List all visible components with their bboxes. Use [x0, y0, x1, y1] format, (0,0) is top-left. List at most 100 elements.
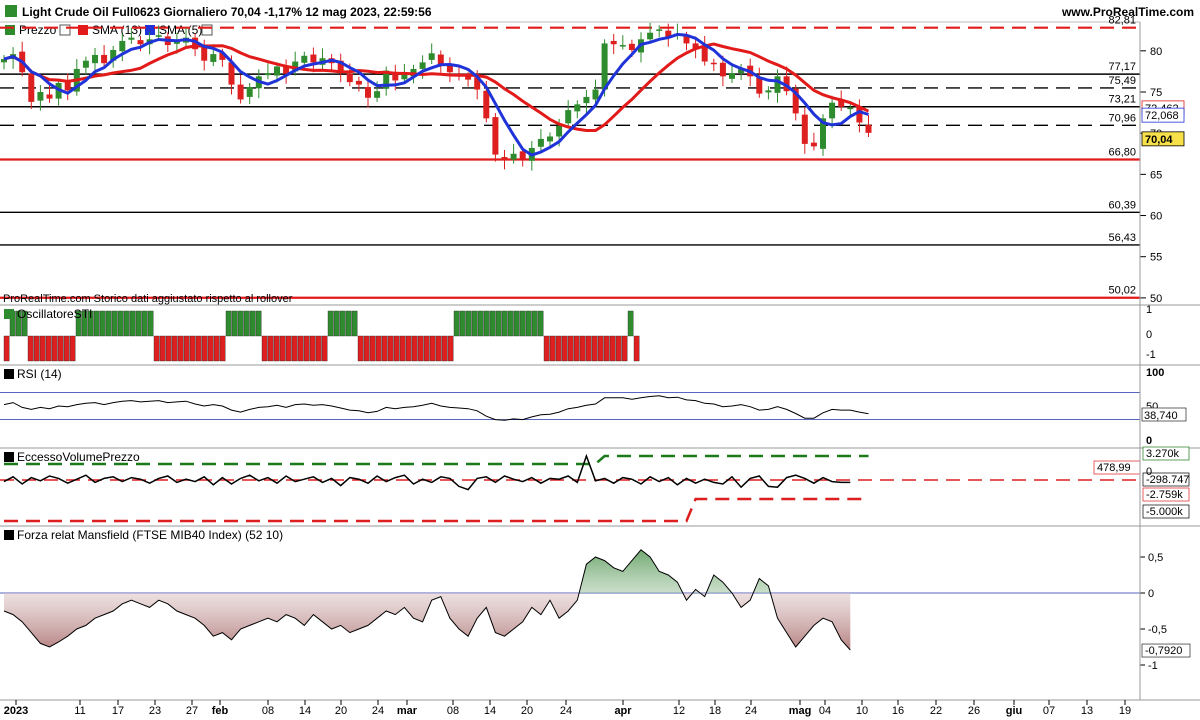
sti-bar	[99, 310, 106, 337]
evp-badge-label: 478,99	[1097, 462, 1131, 474]
candle-body	[310, 54, 317, 63]
legend-price-label: Prezzo	[19, 23, 57, 37]
sti-bar	[261, 335, 268, 362]
candle-body	[519, 151, 526, 160]
mansfield-panel: 0,5 0 -0,5 -1 -0,7920	[0, 549, 1191, 672]
sti-tick-label: -1	[1146, 349, 1156, 361]
sti-bar	[471, 310, 478, 337]
sti-bar	[207, 335, 214, 362]
sti-bar	[549, 335, 556, 362]
trading-chart[interactable]: Light Crude Oil Full0623 Giornaliero 70,…	[0, 0, 1200, 720]
sma13-line	[3, 42, 870, 132]
wrench-icon[interactable]	[201, 24, 213, 36]
price-panel: 5055606570758082,8177,1775,4973,2170,966…	[0, 15, 1185, 305]
sti-bar	[159, 335, 166, 362]
candle-body	[865, 124, 872, 133]
x-tick-label: 11	[74, 705, 85, 717]
candle-body	[274, 66, 280, 76]
sti-bar	[135, 310, 142, 337]
sti-bar	[591, 335, 598, 362]
sti-bar	[489, 310, 496, 337]
sti-bar	[3, 335, 10, 362]
price-badge-label: 70,04	[1145, 134, 1173, 146]
sti-bar	[117, 310, 124, 337]
sti-bar	[369, 335, 376, 362]
rsi-panel: 10050038,740	[0, 367, 1187, 447]
rsi-tick-label: 0	[1146, 435, 1152, 447]
legend-sma5-label: SMA (5)	[159, 23, 202, 37]
sti-bar	[429, 335, 436, 362]
wrench-icon[interactable]	[59, 24, 71, 36]
rsi-tick-label: 100	[1146, 367, 1164, 379]
sti-bar	[249, 310, 256, 337]
evp-badge-label: -298.747	[1146, 474, 1189, 486]
candle-icon	[5, 25, 15, 35]
candle-body	[246, 87, 253, 97]
price-tick-label: 60	[1150, 211, 1162, 223]
price-legend[interactable]: Prezzo SMA (13) SMA (5)	[5, 23, 213, 37]
candle-body	[583, 96, 590, 104]
sti-bar	[531, 310, 538, 337]
sti-bar	[51, 335, 58, 362]
x-tick-label: 14	[484, 705, 496, 717]
sti-tick-label: 1	[1146, 304, 1152, 316]
candle-body	[37, 92, 44, 101]
sti-bar	[225, 310, 232, 337]
sti-bar	[501, 310, 508, 337]
sti-bar	[33, 335, 40, 362]
candle-body	[556, 125, 563, 137]
sti-bar	[165, 335, 172, 362]
candle-body	[729, 73, 735, 79]
sti-bar	[39, 335, 46, 362]
candle-body	[101, 54, 108, 64]
x-tick-label: 17	[112, 705, 124, 717]
sti-bar	[477, 310, 484, 337]
candle-body	[419, 62, 426, 69]
sti-bar	[615, 335, 622, 362]
level-label: 60,39	[1108, 199, 1136, 211]
candle-body	[28, 73, 35, 102]
candle-body	[810, 142, 817, 147]
sti-bar	[351, 310, 358, 337]
candle-body	[847, 107, 854, 110]
x-tick-label: 07	[1043, 705, 1055, 717]
sti-bar	[111, 310, 118, 337]
x-tick-label: 24	[560, 705, 572, 717]
x-tick-label: mag	[789, 705, 812, 717]
sti-bar	[339, 310, 346, 337]
x-tick-label: apr	[614, 705, 632, 717]
sti-bar	[393, 335, 400, 362]
sti-bar	[525, 310, 532, 337]
sti-bar	[435, 335, 442, 362]
sti-bar	[321, 335, 328, 362]
mansfield-tick-label: -1	[1148, 660, 1158, 672]
sti-bar	[171, 335, 178, 362]
candle-body	[119, 40, 126, 52]
x-tick-label: 14	[299, 705, 311, 717]
x-tick-label: 10	[856, 705, 868, 717]
evp-title: EccessoVolumePrezzo	[17, 450, 140, 464]
candle-body	[756, 77, 763, 94]
sti-bar	[537, 310, 544, 337]
x-tick-label: 27	[186, 705, 198, 717]
sti-bar	[483, 310, 490, 337]
candle-body	[774, 76, 781, 93]
sti-title: OscillatoreSTI	[17, 307, 92, 321]
sti-bar	[63, 335, 70, 362]
sti-bar	[255, 310, 262, 337]
sti-bar	[459, 310, 466, 337]
sti-bar	[195, 335, 202, 362]
x-tick-label: 12	[673, 705, 685, 717]
sti-bar	[399, 335, 406, 362]
sti-bar	[363, 335, 370, 362]
sti-bar	[333, 310, 340, 337]
sti-bar	[411, 335, 418, 362]
sti-bar	[441, 335, 448, 362]
sti-bar	[579, 335, 586, 362]
evp-lower-line	[4, 497, 869, 523]
x-tick-label: 19	[1119, 705, 1131, 717]
evp-tick-label: 0	[1146, 466, 1152, 478]
candle-body	[492, 117, 499, 155]
sti-bar	[93, 310, 100, 337]
sti-bar	[285, 335, 292, 362]
